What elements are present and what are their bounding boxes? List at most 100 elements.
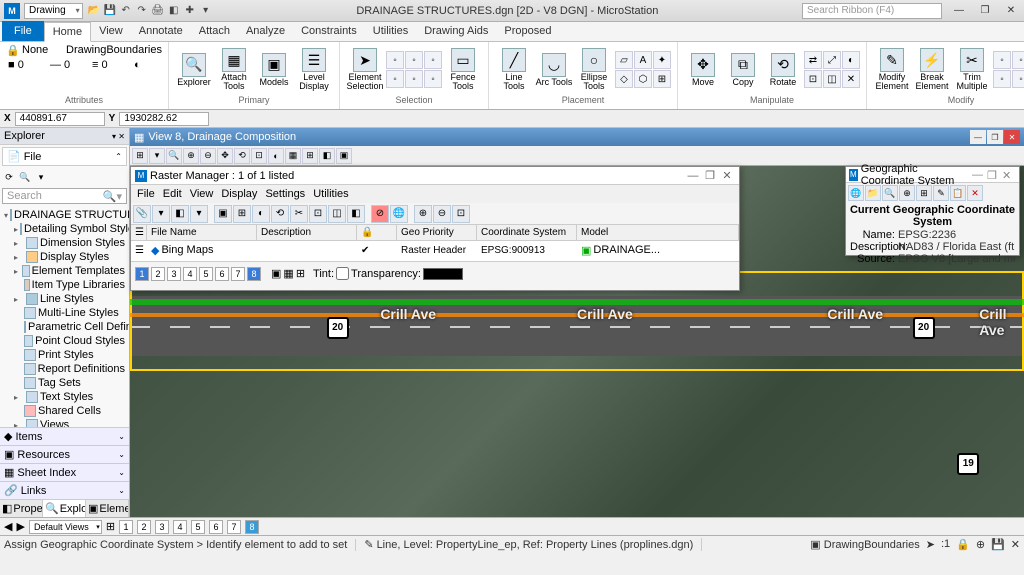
col-model[interactable]: Model (577, 225, 739, 240)
tab-constraints[interactable]: Constraints (293, 21, 365, 41)
view-tool-icon[interactable]: ⊞ (132, 148, 148, 164)
tree-item[interactable]: Parametric Cell Definitions (2, 320, 127, 334)
view-tab-2[interactable]: 2 (137, 520, 151, 534)
tab-annotate[interactable]: Annotate (131, 21, 191, 41)
status-scale[interactable]: :1 (941, 538, 950, 551)
status-warn-icon[interactable]: ✕ (1011, 538, 1020, 551)
lock-icon[interactable]: 🔒 (6, 44, 20, 57)
template-combo[interactable]: DrawingBoundaries (66, 44, 162, 57)
level-combo[interactable]: None (22, 44, 64, 57)
tree-root[interactable]: ▾DRAINAGE STRUCTURES.dgn (2, 208, 127, 222)
fence-tools-button[interactable]: ▭Fence Tools (444, 46, 482, 94)
view-tab-5[interactable]: 5 (191, 520, 205, 534)
modify-element-button[interactable]: ✎Modify Element (873, 46, 911, 94)
tab-utilities[interactable]: Utilities (365, 21, 416, 41)
level-display-button[interactable]: ☰Level Display (295, 46, 333, 94)
tree-item[interactable]: ▸Detailing Symbol Styles (2, 222, 127, 236)
element-selection-button[interactable]: ➤Element Selection (346, 46, 384, 94)
tint-checkbox[interactable] (336, 267, 349, 280)
qa-print-icon[interactable]: 🖨 (151, 4, 165, 18)
raster-manager-dialog[interactable]: M Raster Manager : 1 of 1 listed —❐✕ Fil… (130, 166, 740, 291)
view-tab-3[interactable]: 3 (155, 520, 169, 534)
status-lock-icon[interactable]: 🔒 (956, 538, 970, 551)
view-tab-7[interactable]: 7 (227, 520, 241, 534)
tab-home[interactable]: Home (44, 22, 91, 42)
linestyle-combo[interactable]: — 0 (48, 59, 88, 71)
view-tab-4[interactable]: 4 (173, 520, 187, 534)
tab-view[interactable]: View (91, 21, 131, 41)
nav-next-icon[interactable]: ▶ (16, 520, 24, 533)
explorer-search-input[interactable]: Search🔍▾ (2, 188, 127, 204)
refresh-icon[interactable]: ⟳ (2, 170, 16, 184)
tree-item[interactable]: Report Definitions (2, 362, 127, 376)
close-button[interactable]: ✕ (998, 2, 1024, 20)
trim-multiple-button[interactable]: ✂Trim Multiple (953, 46, 991, 94)
qa-undo-icon[interactable]: ↶ (119, 4, 133, 18)
move-button[interactable]: ✥Move (684, 46, 722, 94)
tab-attach[interactable]: Attach (191, 21, 238, 41)
zoom-icon[interactable]: 🔍 (18, 170, 32, 184)
tab-drawing-aids[interactable]: Drawing Aids (416, 21, 496, 41)
tab-analyze[interactable]: Analyze (238, 21, 293, 41)
explorer-file-section[interactable]: 📄 File ⌃ (2, 147, 127, 166)
qa-tool1-icon[interactable]: ◧ (167, 4, 181, 18)
view-tab-8[interactable]: 8 (245, 520, 259, 534)
menu-view[interactable]: View (190, 188, 214, 200)
col-filename[interactable]: File Name (147, 225, 257, 240)
view-min-button[interactable]: — (970, 130, 986, 144)
raster-min-icon[interactable]: — (685, 170, 701, 182)
qa-open-icon[interactable]: 📂 (87, 4, 101, 18)
break-element-button[interactable]: ⚡Break Element (913, 46, 951, 94)
weight-combo[interactable]: ≡ 0 (90, 59, 130, 71)
maximize-button[interactable]: ❐ (972, 2, 998, 20)
panel-items[interactable]: ◆Items⌄ (0, 427, 129, 445)
qa-tool2-icon[interactable]: ✚ (183, 4, 197, 18)
col-geopriority[interactable]: Geo Priority (397, 225, 477, 240)
minimize-button[interactable]: — (946, 2, 972, 20)
raster-max-icon[interactable]: ❐ (702, 170, 718, 182)
tree-item[interactable]: ▸Display Styles (2, 250, 127, 264)
tree-item[interactable]: Shared Cells (2, 404, 127, 418)
workflow-combo[interactable]: Drawing (24, 3, 83, 19)
tree-item[interactable]: Point Cloud Styles (2, 334, 127, 348)
raster-row[interactable]: ☰ ◆Bing Maps ✔ Raster Header EPSG:900913… (131, 241, 739, 259)
y-coord-value[interactable]: 1930282.62 (119, 112, 209, 126)
view-close-button[interactable]: ✕ (1004, 130, 1020, 144)
raster-close-icon[interactable]: ✕ (719, 170, 735, 182)
view-layout-icon[interactable]: ⊞ (106, 520, 115, 533)
tree-item[interactable]: Multi-Line Styles (2, 306, 127, 320)
ellipse-tools-button[interactable]: ○Ellipse Tools (575, 46, 613, 94)
menu-settings[interactable]: Settings (265, 188, 305, 200)
views-combo[interactable]: Default Views (29, 520, 102, 534)
tab-proposed[interactable]: Proposed (496, 21, 559, 41)
tree-item[interactable]: Tag Sets (2, 376, 127, 390)
tree-item[interactable]: ▸Dimension Styles (2, 236, 127, 250)
tab-properties[interactable]: ◧Prope... (0, 500, 43, 517)
menu-utilities[interactable]: Utilities (313, 188, 348, 200)
col-description[interactable]: Description (257, 225, 357, 240)
explorer-button[interactable]: 🔍Explorer (175, 46, 213, 94)
menu-edit[interactable]: Edit (163, 188, 182, 200)
models-button[interactable]: ▣Models (255, 46, 293, 94)
view-tab-6[interactable]: 6 (209, 520, 223, 534)
qa-save-icon[interactable]: 💾 (103, 4, 117, 18)
line-tools-button[interactable]: ╱Line Tools (495, 46, 533, 94)
class-combo[interactable]: ◐ (132, 59, 162, 71)
status-snap-icon[interactable]: ⊕ (976, 538, 985, 551)
panel-links[interactable]: 🔗Links⌄ (0, 481, 129, 499)
col-coordsys[interactable]: Coordinate System (477, 225, 577, 240)
transparency-slider[interactable] (423, 268, 463, 280)
tree-item[interactable]: Item Type Libraries (2, 278, 127, 292)
explorer-pin-icon[interactable]: ▾ ✕ (112, 132, 125, 141)
rotate-button[interactable]: ⟲Rotate (764, 46, 802, 94)
ribbon-search-input[interactable]: Search Ribbon (F4) (802, 3, 942, 19)
tab-explorer[interactable]: 🔍Explor... (43, 500, 86, 517)
x-coord-value[interactable]: 440891.67 (15, 112, 105, 126)
status-save-icon[interactable]: 💾 (991, 538, 1005, 551)
col-readonly[interactable]: 🔒 (357, 225, 397, 240)
menu-file[interactable]: File (137, 188, 155, 200)
attach-tools-button[interactable]: ▦Attach Tools (215, 46, 253, 94)
qa-redo-icon[interactable]: ↷ (135, 4, 149, 18)
panel-sheet-index[interactable]: ▦Sheet Index⌄ (0, 463, 129, 481)
qa-tool3-icon[interactable]: ▾ (199, 4, 213, 18)
